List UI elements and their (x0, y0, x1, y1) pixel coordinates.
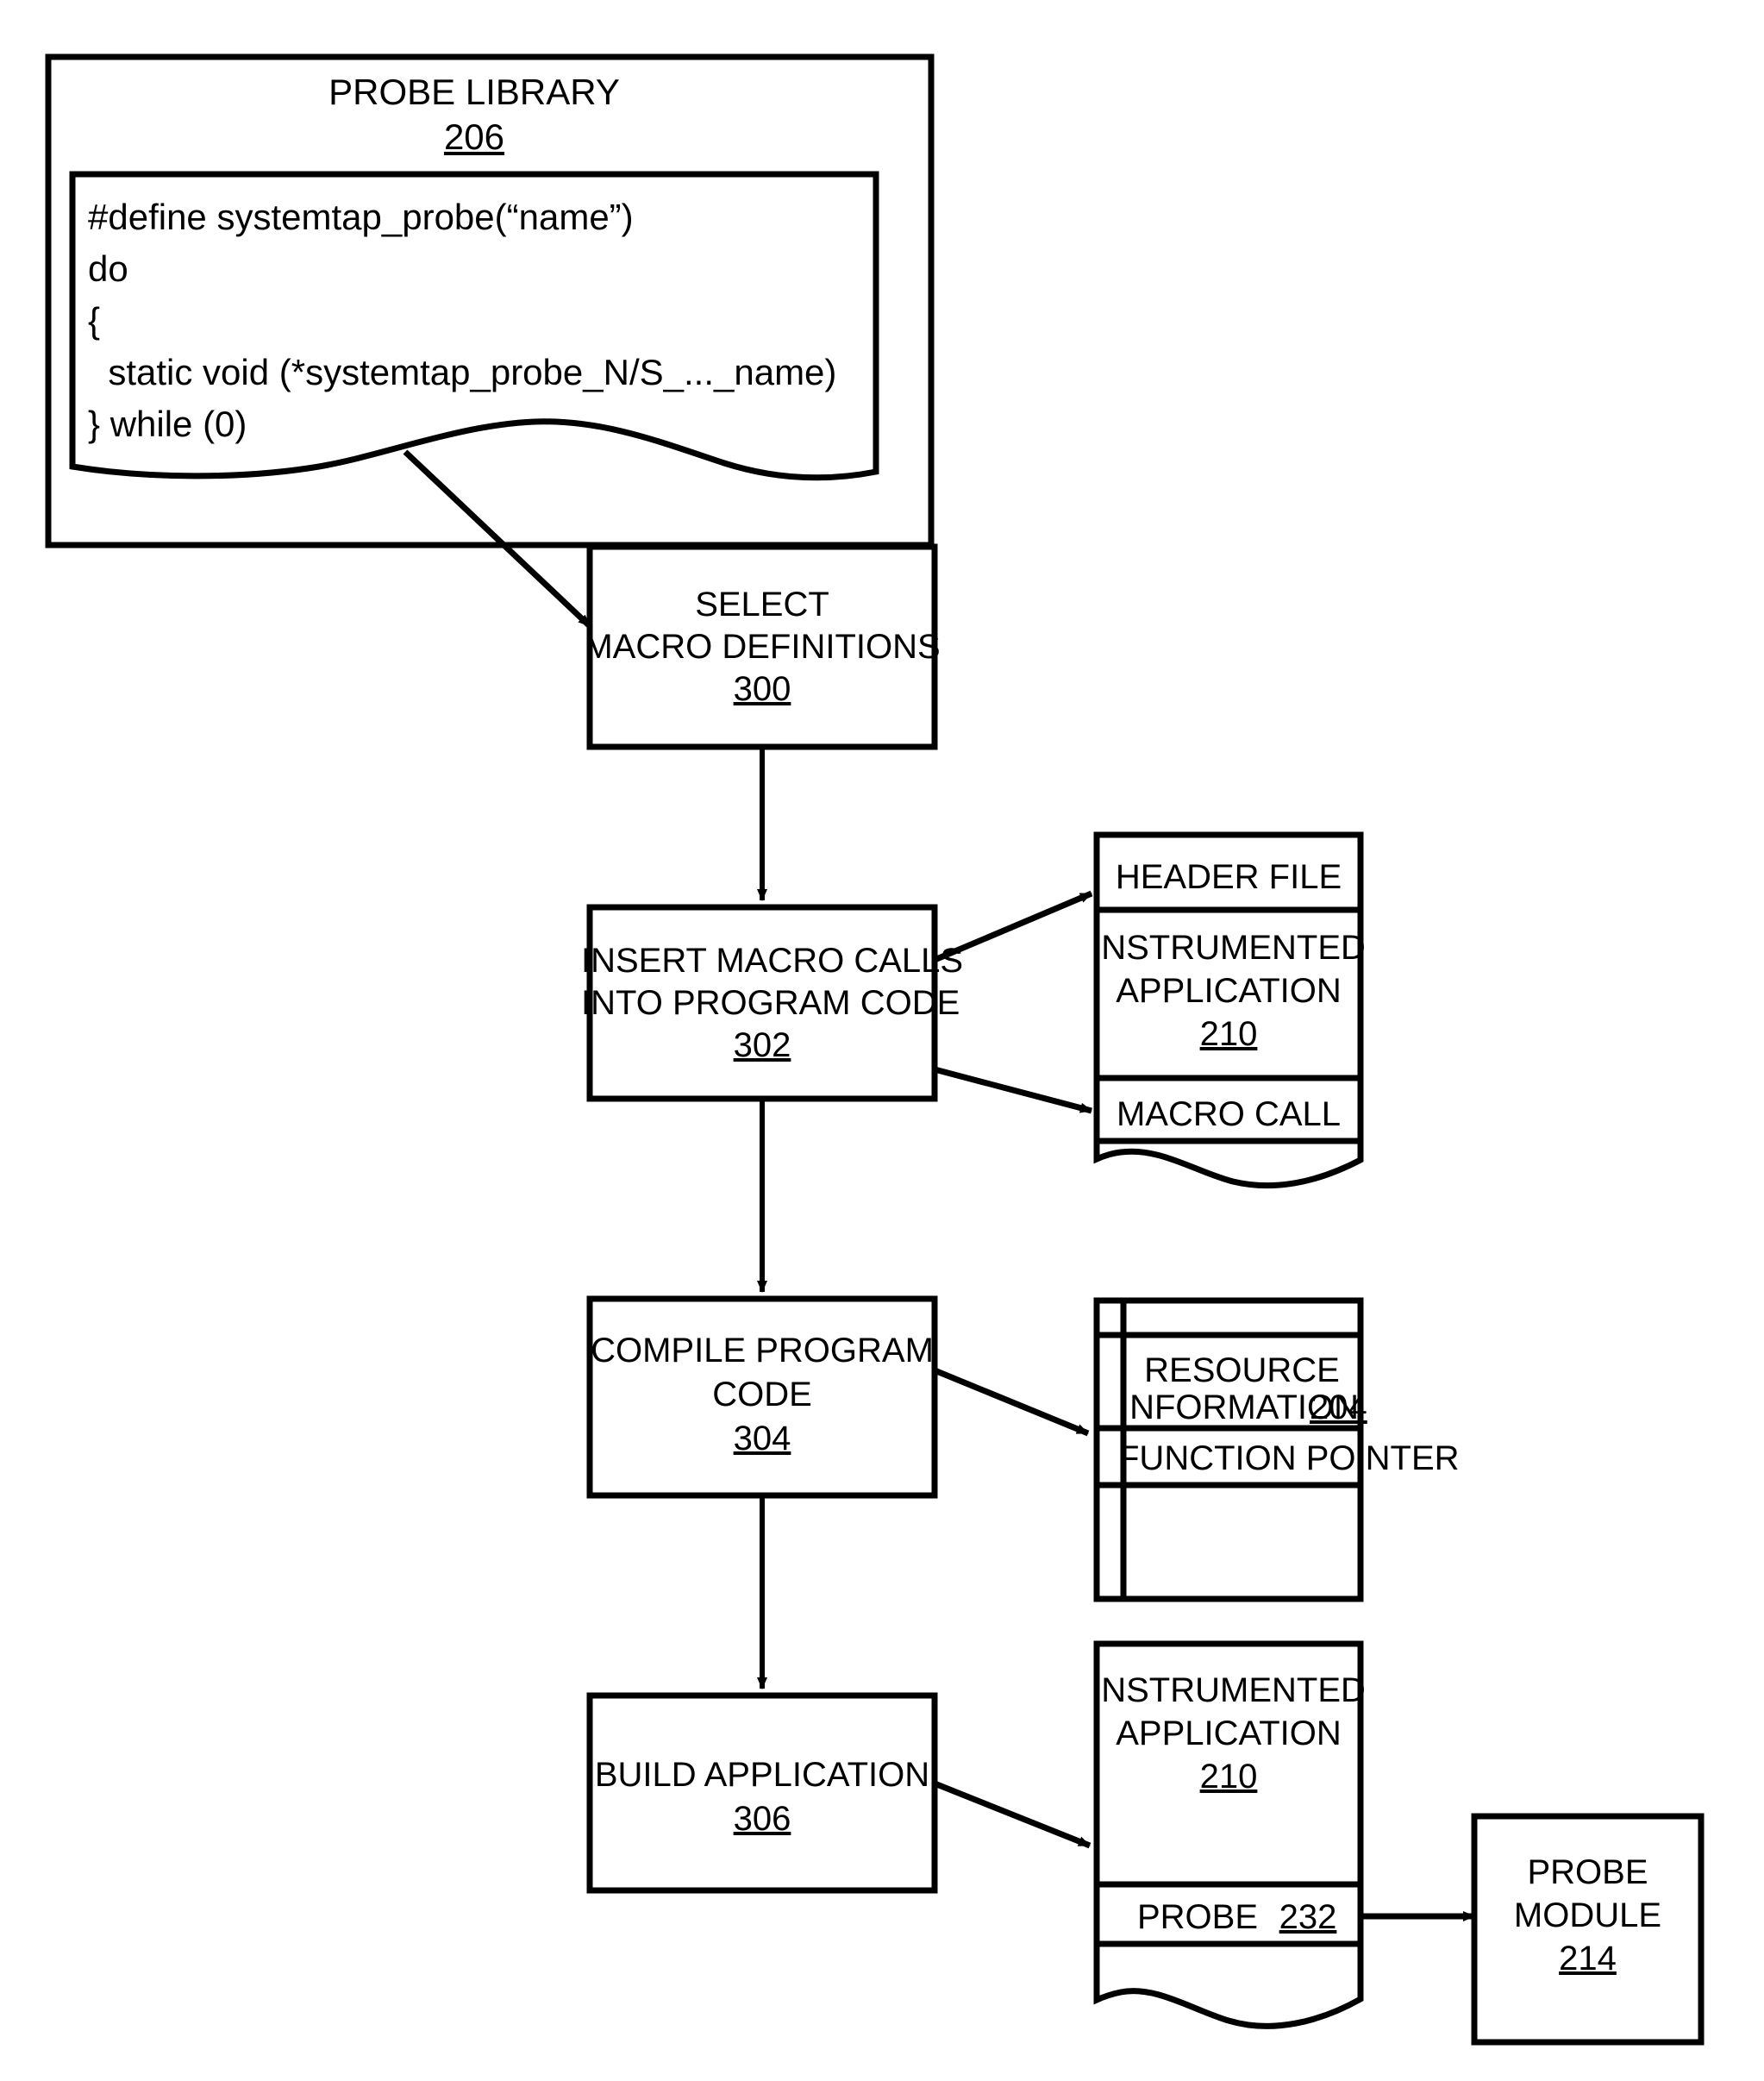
header-file-app-ref: 210 (1199, 1015, 1258, 1053)
header-file-app-line-0: INSTRUMENTED (1092, 929, 1366, 967)
instrumented-app-probe-label: PROBE (1136, 1898, 1259, 1936)
instrumented-app-probe-ref: 232 (1279, 1898, 1337, 1936)
probe-library-code-line-1: do (88, 248, 128, 289)
step-306-label-line-0: BUILD APPLICATION (594, 1756, 930, 1794)
step-304-label-line-1: CODE (712, 1376, 812, 1413)
instrumented-app-line-0: INSTRUMENTED (1092, 1671, 1366, 1709)
arrow-library-to-step300 (403, 449, 592, 629)
step-300-label-line-1: MACRO DEFINITIONS (584, 628, 941, 666)
probe-library-code-line-3: static void (*systemtap_probe_N/S_..._na… (88, 352, 837, 392)
header-file-macro-call-row-label: MACRO CALL (1116, 1095, 1342, 1133)
step-302-ref: 302 (733, 1026, 791, 1064)
arrow-step304-to-resource-info (933, 1367, 1090, 1437)
header-file-row-label: HEADER FILE (1115, 858, 1342, 896)
step-300-ref: 300 (733, 670, 791, 708)
step-300-label-line-0: SELECT (695, 586, 829, 624)
probe-library-code-line-4: } while (0) (88, 404, 247, 444)
arrow-step302-to-macro-call (934, 1066, 1092, 1114)
patent-figure: PROBE LIBRARY 206 #define systemtap_prob… (0, 0, 1764, 2081)
instrumented-app-ref: 210 (1199, 1758, 1258, 1796)
probe-module-line-1: MODULE (1513, 1896, 1662, 1934)
resource-info-line-1: INFORMATION (1120, 1388, 1360, 1426)
step-302-label-line-0: INSERT MACRO CALLS (581, 942, 964, 980)
step-304-ref: 304 (733, 1420, 791, 1457)
instrumented-app-line-1: APPLICATION (1116, 1714, 1342, 1752)
resource-info-ref: 204 (1310, 1388, 1367, 1426)
probe-library-code-line-0: #define systemtap_probe(“name”) (88, 197, 634, 237)
probe-library-code-line-2: { (88, 300, 101, 341)
resource-info-line-0: RESOURCE (1144, 1351, 1340, 1389)
probe-library-ref: 206 (443, 116, 505, 157)
header-file-app-line-1: APPLICATION (1116, 972, 1342, 1010)
arrow-step306-to-instrumented-app (933, 1780, 1092, 1849)
step-306-ref: 306 (733, 1800, 791, 1838)
probe-library-title: PROBE LIBRARY (328, 72, 620, 112)
probe-module-ref: 214 (1559, 1940, 1617, 1978)
resource-info-function-pointer-row-label: FUNCTION POINTER (1118, 1439, 1460, 1477)
step-302-label-line-1: INTO PROGRAM CODE (581, 984, 960, 1022)
step-304-label-line-0: COMPILE PROGRAM (591, 1332, 934, 1370)
probe-module-line-0: PROBE (1527, 1853, 1648, 1891)
